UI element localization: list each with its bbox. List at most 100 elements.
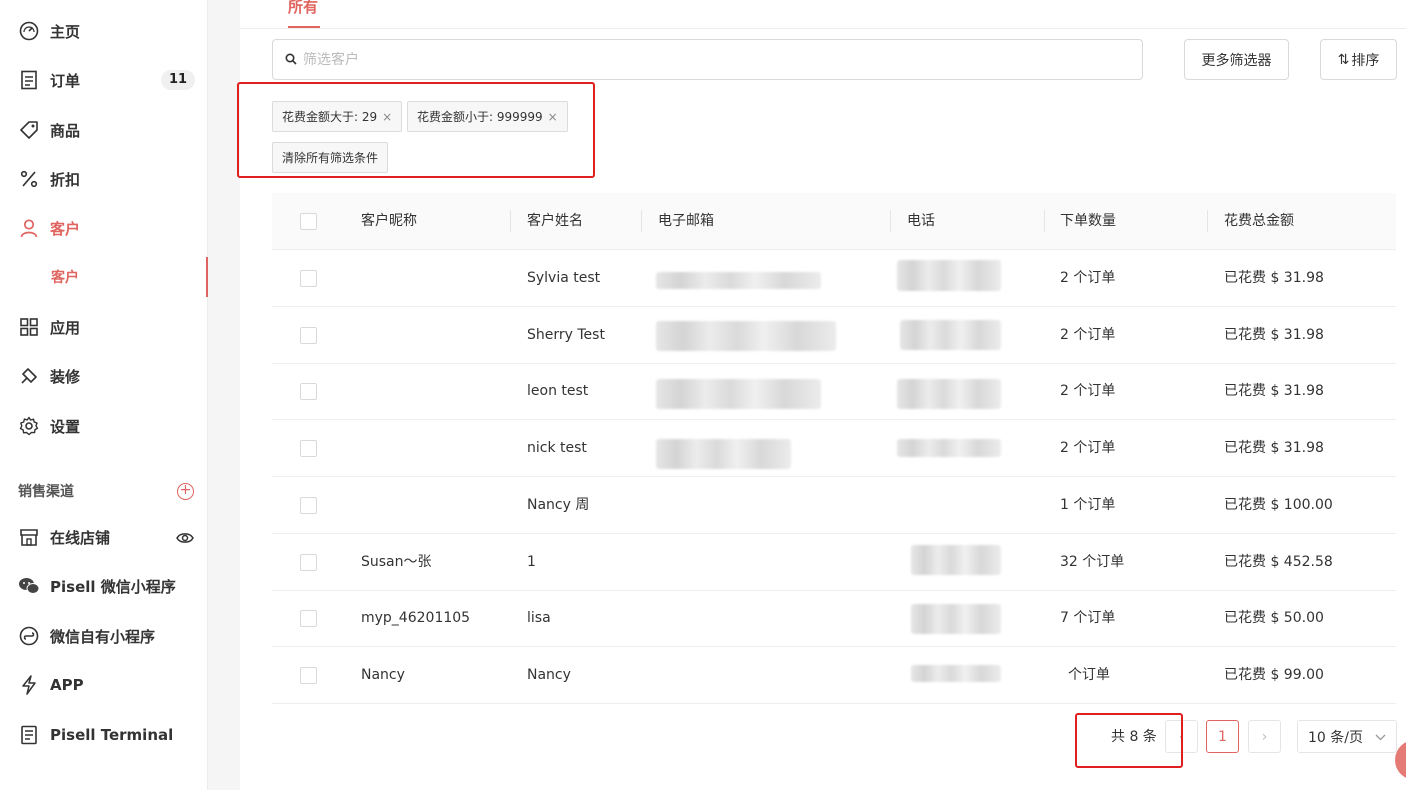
page-size-label: 10 条/页: [1308, 729, 1363, 746]
sidebar-item-label: 客户: [50, 219, 81, 238]
filter-tag-label: 花费金额大于: 29: [282, 110, 378, 124]
header-name[interactable]: 客户姓名: [527, 193, 583, 250]
sidebar-item-pisell-wechat[interactable]: Pisell 微信小程序: [0, 566, 208, 606]
cell-nickname: Nancy: [361, 667, 405, 683]
orders-count-badge: 11: [161, 70, 195, 90]
phone-redacted: [897, 260, 1001, 291]
table-header: 客户昵称 客户姓名 电子邮箱 电话 下单数量 花费总金额: [272, 193, 1396, 250]
header-orders[interactable]: 下单数量: [1060, 193, 1116, 250]
sidebar-item-app[interactable]: APP: [0, 665, 208, 705]
header-phone[interactable]: 电话: [907, 193, 935, 250]
miniprogram-icon: [18, 625, 40, 647]
row-checkbox[interactable]: [300, 497, 317, 514]
sidebar-item-settings[interactable]: 设置: [0, 406, 208, 446]
sort-button[interactable]: ⇅ 排序: [1320, 39, 1397, 80]
row-checkbox[interactable]: [300, 440, 317, 457]
cell-spent: 已花费 $ 99.00: [1224, 667, 1324, 683]
sidebar-item-terminal[interactable]: Pisell Terminal: [0, 715, 208, 755]
main-content: 所有 更多筛选器 ⇅排序 花费金额大于: 29 × 花费金额小于: 999999…: [237, 0, 1406, 790]
row-checkbox[interactable]: [300, 667, 317, 684]
percent-icon: [18, 168, 40, 190]
pagination-total: 共 8 条: [1111, 729, 1157, 745]
dashboard-icon: [18, 20, 40, 42]
pagination-prev-button[interactable]: ‹: [1165, 720, 1198, 753]
table-row[interactable]: leon test 2 个订单 已花费 $ 31.98: [272, 363, 1396, 420]
sidebar-item-label: 微信自有小程序: [50, 627, 156, 646]
table-row[interactable]: Nancy 周 1 个订单 已花费 $ 100.00: [272, 477, 1396, 534]
row-checkbox[interactable]: [300, 610, 317, 627]
orders-icon: [18, 69, 40, 91]
sidebar-item-label: 订单: [50, 71, 81, 90]
sidebar-item-own-miniprogram[interactable]: 微信自有小程序: [0, 616, 208, 656]
sidebar-item-orders[interactable]: 订单 11: [0, 60, 208, 100]
pagination-page-button[interactable]: 1: [1206, 720, 1239, 753]
store-icon: [18, 526, 40, 548]
table-row[interactable]: Sylvia test 2 个订单 已花费 $ 31.98: [272, 250, 1396, 307]
close-icon[interactable]: ×: [382, 110, 392, 124]
cell-spent: 已花费 $ 31.98: [1224, 383, 1324, 399]
gear-icon: [18, 415, 40, 437]
filter-tag: 花费金额小于: 999999 ×: [407, 101, 568, 132]
page-size-select[interactable]: 10 条/页: [1297, 720, 1397, 753]
tag-icon: [18, 119, 40, 141]
add-channel-button[interactable]: +: [177, 483, 194, 500]
row-checkbox[interactable]: [300, 383, 317, 400]
cell-name: Sherry Test: [527, 327, 605, 343]
phone-redacted: [911, 604, 1001, 634]
cell-orders: 个订单: [1068, 667, 1110, 683]
search-input[interactable]: [303, 51, 1103, 68]
cell-orders: 1 个订单: [1060, 497, 1116, 513]
apps-icon: [18, 316, 40, 338]
brush-icon: [18, 365, 40, 387]
sidebar-item-discounts[interactable]: 折扣: [0, 159, 208, 199]
sidebar-item-home[interactable]: 主页: [0, 11, 208, 51]
select-all-checkbox[interactable]: [300, 213, 317, 230]
eye-icon[interactable]: [176, 530, 194, 549]
close-icon[interactable]: ×: [548, 110, 558, 124]
header-separator: [641, 210, 642, 232]
email-redacted: [656, 321, 836, 351]
cell-name: Sylvia test: [527, 270, 601, 286]
row-checkbox[interactable]: [300, 554, 317, 571]
cell-spent: 已花费 $ 452.58: [1224, 554, 1333, 570]
table-row[interactable]: Sherry Test 2 个订单 已花费 $ 31.98: [272, 307, 1396, 364]
table-row[interactable]: myp_46201105 lisa 7 个订单 已花费 $ 50.00: [272, 590, 1396, 647]
table-row[interactable]: nick test 2 个订单 已花费 $ 31.98: [272, 420, 1396, 477]
header-separator: [1044, 210, 1045, 232]
more-filters-button[interactable]: 更多筛选器: [1184, 39, 1289, 80]
cell-orders: 32 个订单: [1060, 554, 1125, 570]
cell-orders: 2 个订单: [1060, 440, 1116, 456]
sort-icon: ⇅: [1337, 51, 1350, 68]
sidebar-item-label: 应用: [50, 318, 81, 337]
sales-channels-label: 销售渠道: [18, 484, 74, 500]
cell-name: Nancy 周: [527, 497, 590, 513]
sidebar-item-decoration[interactable]: 装修: [0, 356, 208, 396]
search-box[interactable]: [272, 39, 1143, 80]
cell-spent: 已花费 $ 50.00: [1224, 610, 1324, 626]
phone-redacted: [897, 379, 1001, 409]
row-checkbox[interactable]: [300, 327, 317, 344]
table-row[interactable]: Susan～张 1 32 个订单 已花费 $ 452.58: [272, 534, 1396, 591]
sidebar-item-products[interactable]: 商品: [0, 110, 208, 150]
tab-all[interactable]: 所有: [288, 0, 318, 17]
header-nickname[interactable]: 客户昵称: [361, 193, 417, 250]
table-row[interactable]: Nancy Nancy 个订单 已花费 $ 99.00: [272, 647, 1396, 704]
cell-name: Nancy: [527, 667, 571, 683]
sidebar-item-label: 主页: [50, 22, 81, 41]
cell-orders: 2 个订单: [1060, 327, 1116, 343]
row-checkbox[interactable]: [300, 270, 317, 287]
sidebar-item-label: 折扣: [50, 170, 81, 189]
header-spent[interactable]: 花费总金额: [1224, 193, 1294, 250]
cell-orders: 2 个订单: [1060, 383, 1116, 399]
lightning-icon: [18, 674, 40, 696]
sidebar-subitem-customers[interactable]: 客户: [0, 257, 208, 297]
cell-orders: 2 个订单: [1060, 270, 1116, 286]
sidebar-item-customers[interactable]: 客户: [0, 208, 208, 248]
clear-filters-button[interactable]: 清除所有筛选条件: [272, 142, 389, 173]
sidebar-item-apps[interactable]: 应用: [0, 307, 208, 347]
header-separator: [890, 210, 891, 232]
pagination-next-button[interactable]: ›: [1248, 720, 1281, 753]
header-email[interactable]: 电子邮箱: [658, 193, 714, 250]
phone-redacted: [911, 545, 1001, 575]
sidebar-item-label: 客户: [51, 270, 79, 286]
